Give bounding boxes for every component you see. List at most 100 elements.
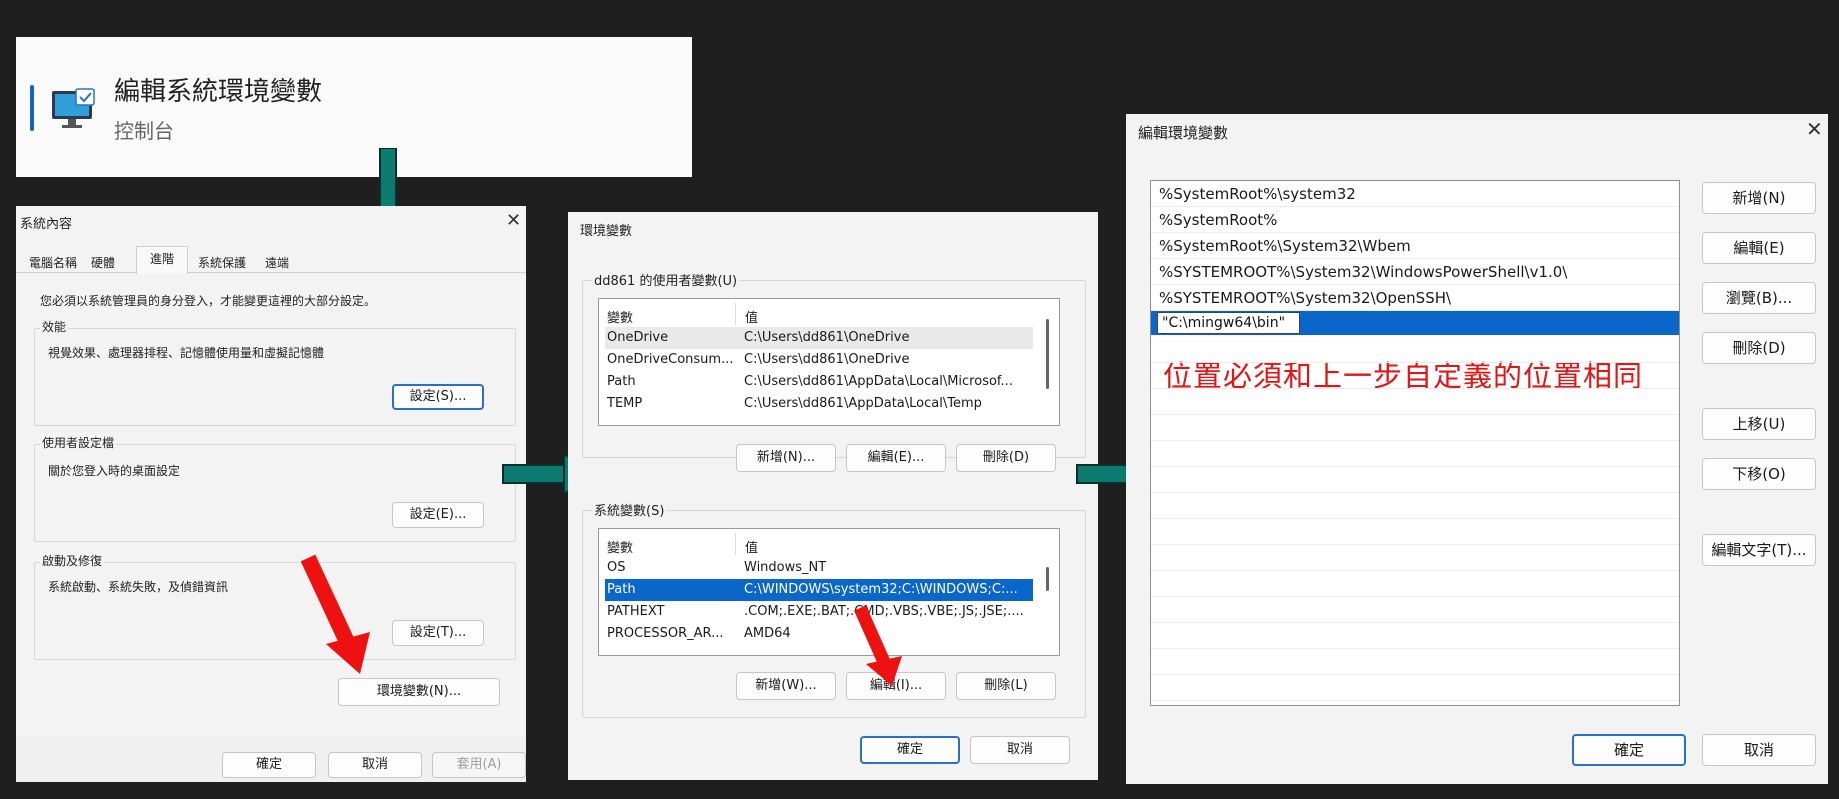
- system-new-button[interactable]: 新增(W)...: [736, 672, 836, 700]
- header-divider: [735, 303, 736, 325]
- selection-indicator: [30, 85, 34, 131]
- empty-row: [1151, 597, 1679, 623]
- empty-row: [1151, 545, 1679, 571]
- table-row[interactable]: TEMP C:\Users\dd861\AppData\Local\Temp: [605, 393, 1033, 415]
- row-variable: PATHEXT: [607, 604, 665, 619]
- move-up-button[interactable]: 上移(U): [1702, 408, 1816, 440]
- scrollbar-thumb[interactable]: [1046, 319, 1049, 389]
- edit-button[interactable]: 編輯(E): [1702, 232, 1816, 264]
- empty-row: [1151, 389, 1679, 415]
- table-row[interactable]: PROCESSOR_AR... AMD64: [605, 623, 1033, 645]
- row-variable: Path: [607, 374, 636, 389]
- user-profile-desc: 關於您登入時的桌面設定: [48, 464, 181, 478]
- startup-recovery-label: 啟動及修復: [40, 552, 105, 569]
- user-edit-button[interactable]: 編輯(E)...: [846, 444, 946, 472]
- table-row[interactable]: OneDrive C:\Users\dd861\OneDrive: [605, 327, 1033, 349]
- empty-row: [1151, 415, 1679, 441]
- list-item[interactable]: %SystemRoot%: [1151, 207, 1679, 233]
- list-item[interactable]: %SystemRoot%\system32: [1151, 181, 1679, 207]
- ok-button[interactable]: 確定: [860, 736, 960, 764]
- cancel-button[interactable]: 取消: [1702, 734, 1816, 766]
- table-row[interactable]: OneDriveConsum... C:\Users\dd861\OneDrive: [605, 349, 1033, 371]
- startup-recovery-settings-button[interactable]: 設定(T)...: [392, 620, 484, 646]
- cancel-button[interactable]: 取消: [970, 736, 1070, 764]
- cancel-button[interactable]: 取消: [328, 752, 422, 778]
- row-variable: OneDrive: [607, 330, 669, 345]
- row-value: AMD64: [744, 626, 791, 641]
- empty-row: [1151, 337, 1679, 363]
- table-row[interactable]: Path C:\Users\dd861\AppData\Local\Microso…: [605, 371, 1033, 393]
- monitor-settings-icon: [50, 87, 98, 131]
- search-result-subtitle: 控制台: [114, 119, 174, 143]
- ok-button[interactable]: 確定: [222, 752, 316, 778]
- table-row[interactable]: PATHEXT .COM;.EXE;.BAT;.CMD;.VBS;.VBE;.JS…: [605, 601, 1033, 623]
- col-header-value[interactable]: 值: [745, 307, 758, 326]
- col-header-variable[interactable]: 變數: [607, 537, 633, 556]
- row-value: Windows_NT: [744, 560, 827, 575]
- system-delete-button[interactable]: 刪除(L): [956, 672, 1056, 700]
- close-icon[interactable]: ✕: [506, 212, 521, 230]
- tab-system-protection[interactable]: 系統保護: [194, 254, 250, 271]
- tab-computer-name[interactable]: 電腦名稱: [24, 254, 82, 271]
- dialog-title: 環境變數: [580, 224, 633, 239]
- user-variables-list[interactable]: 變數 值 OneDrive C:\Users\dd861\OneDrive One…: [598, 298, 1060, 426]
- edit-text-button[interactable]: 編輯文字(T)...: [1702, 534, 1816, 566]
- user-delete-button[interactable]: 刪除(D): [956, 444, 1056, 472]
- row-value: C:\Users\dd861\AppData\Local\Temp: [744, 396, 982, 411]
- path-edit-field[interactable]: "C:\mingw64\bin": [1157, 312, 1301, 334]
- tab-remote[interactable]: 遠端: [260, 254, 294, 271]
- table-row-selected[interactable]: Path C:\WINDOWS\system32;C:\WINDOWS;C:...: [605, 579, 1033, 601]
- search-result-title: 編輯系統環境變數: [114, 77, 323, 107]
- list-item[interactable]: %SYSTEMROOT%\System32\WindowsPowerShell\…: [1151, 259, 1679, 285]
- environment-variables-button[interactable]: 環境變數(N)...: [338, 678, 500, 706]
- row-value: C:\Users\dd861\OneDrive: [744, 330, 910, 345]
- apply-button[interactable]: 套用(A): [432, 752, 526, 778]
- list-item[interactable]: %SYSTEMROOT%\System32\OpenSSH\: [1151, 285, 1679, 311]
- empty-row: [1151, 623, 1679, 649]
- col-header-variable[interactable]: 變數: [607, 307, 633, 326]
- row-variable: TEMP: [607, 396, 643, 411]
- user-new-button[interactable]: 新增(N)...: [736, 444, 836, 472]
- empty-row: [1151, 649, 1679, 675]
- empty-row: [1151, 467, 1679, 493]
- empty-row: [1151, 363, 1679, 389]
- browse-button[interactable]: 瀏覽(B)...: [1702, 282, 1816, 314]
- empty-row: [1151, 441, 1679, 467]
- list-item-editing[interactable]: "C:\mingw64\bin": [1151, 311, 1679, 335]
- path-entries-list[interactable]: %SystemRoot%\system32 %SystemRoot% %Syst…: [1150, 180, 1680, 706]
- row-value: C:\Users\dd861\AppData\Local\Microsof...: [744, 374, 1013, 389]
- empty-row: [1151, 493, 1679, 519]
- new-button[interactable]: 新增(N): [1702, 182, 1816, 214]
- empty-row: [1151, 675, 1679, 701]
- performance-settings-button[interactable]: 設定(S)...: [392, 384, 484, 410]
- close-icon[interactable]: ✕: [1806, 119, 1823, 139]
- performance-desc: 視覺效果、處理器排程、記憶體使用量和虛擬記憶體: [48, 346, 325, 360]
- move-down-button[interactable]: 下移(O): [1702, 458, 1816, 490]
- performance-label: 效能: [40, 318, 69, 335]
- dialog-title: 系統內容: [20, 217, 73, 232]
- admin-note: 您必須以系統管理員的身分登入，才能變更這裡的大部分設定。: [40, 294, 377, 308]
- startup-recovery-desc: 系統啟動、系統失敗，及偵錯資訊: [48, 580, 229, 594]
- system-variables-label: 系統變數(S): [592, 500, 667, 519]
- scrollbar-thumb[interactable]: [1046, 567, 1049, 591]
- system-properties-dialog: 系統內容 ✕ 電腦名稱 硬體 進階 系統保護 遠端 您必須以系統管理員的身分登入…: [16, 206, 526, 782]
- system-variables-list[interactable]: 變數 值 OS Windows_NT Path C:\WINDOWS\system3…: [598, 528, 1060, 656]
- tab-hardware[interactable]: 硬體: [86, 254, 120, 271]
- user-profile-label: 使用者設定檔: [40, 434, 117, 451]
- row-variable: OS: [607, 560, 626, 575]
- col-header-value[interactable]: 值: [745, 537, 758, 556]
- row-value: C:\Users\dd861\OneDrive: [744, 352, 910, 367]
- tab-advanced[interactable]: 進階: [136, 246, 188, 274]
- list-item[interactable]: %SystemRoot%\System32\Wbem: [1151, 233, 1679, 259]
- edit-environment-variable-dialog: 編輯環境變數 ✕ %SystemRoot%\system32 %SystemRo…: [1126, 114, 1828, 784]
- header-divider: [735, 533, 736, 555]
- delete-button[interactable]: 刪除(D): [1702, 332, 1816, 364]
- ok-button[interactable]: 確定: [1572, 734, 1686, 766]
- user-profile-settings-button[interactable]: 設定(E)...: [392, 502, 484, 528]
- row-variable: OneDriveConsum...: [607, 352, 734, 367]
- user-variables-label: dd861 的使用者變數(U): [592, 270, 740, 289]
- environment-variables-dialog: 環境變數 dd861 的使用者變數(U) 變數 值 OneDrive C:\Use…: [568, 212, 1098, 780]
- performance-group: [34, 328, 516, 426]
- table-row[interactable]: OS Windows_NT: [605, 557, 1033, 579]
- search-result-card[interactable]: 編輯系統環境變數 控制台: [16, 37, 692, 177]
